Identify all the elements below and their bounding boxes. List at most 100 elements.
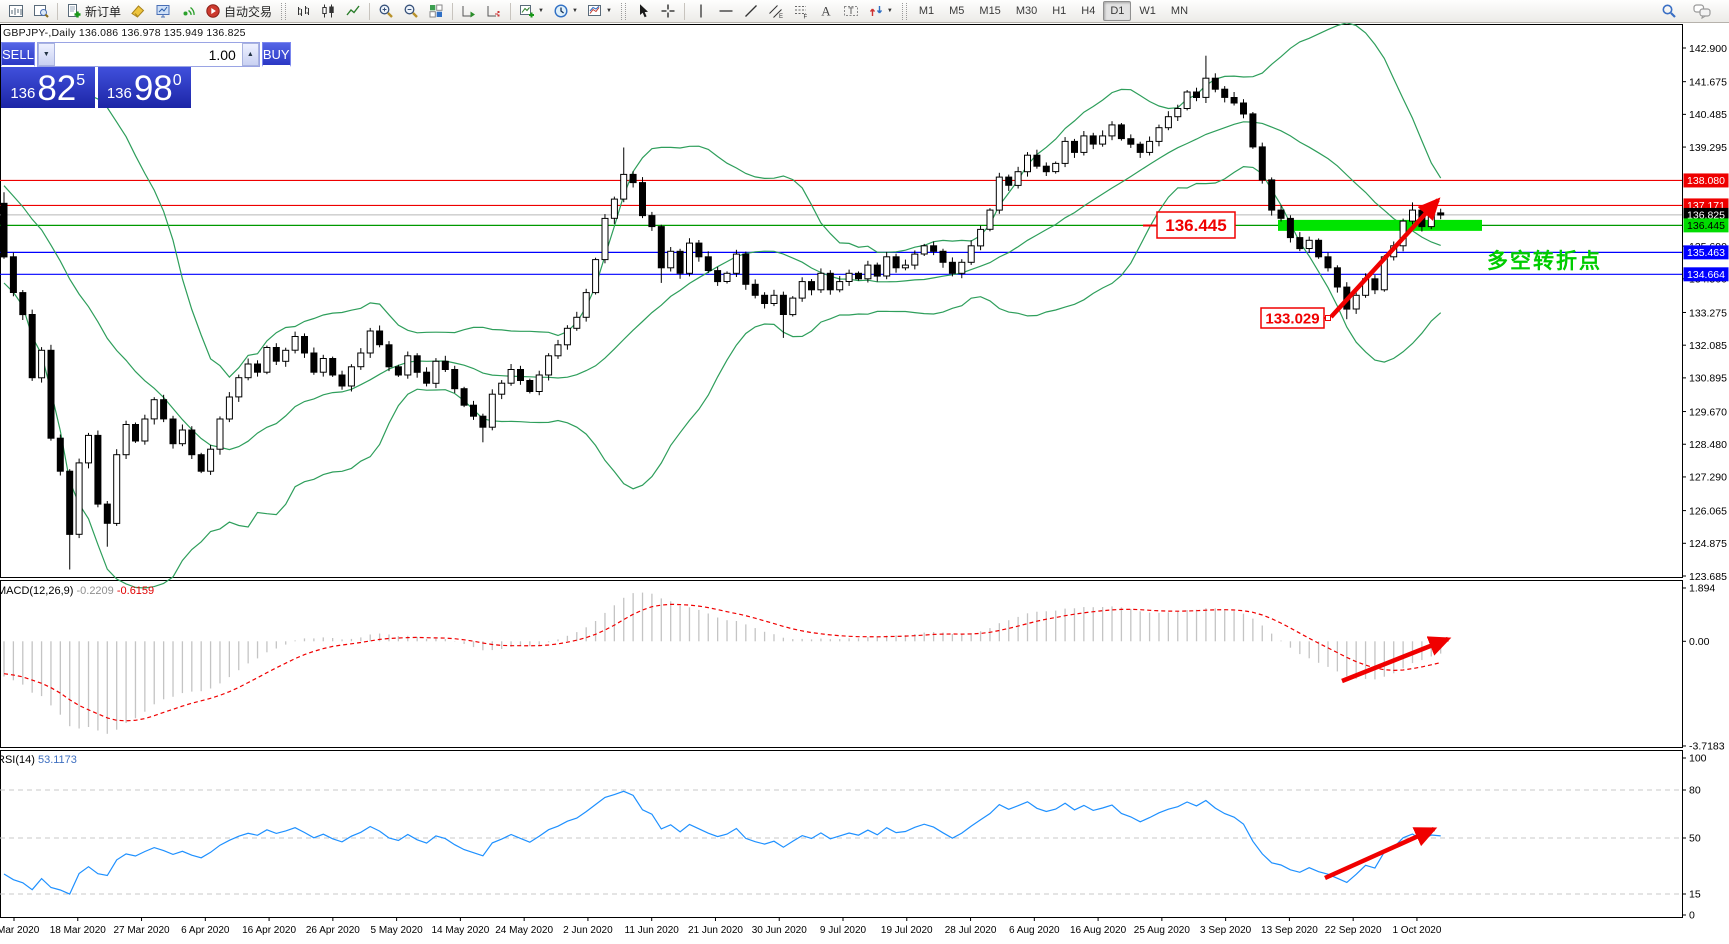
candle-body bbox=[602, 218, 608, 259]
toolbar: 新订单 自动交易 ▼ ▼ ▼ bbox=[0, 0, 1729, 23]
support-zone-bar[interactable] bbox=[1278, 220, 1482, 231]
candle-body bbox=[348, 367, 354, 386]
candle-body bbox=[1090, 136, 1096, 144]
candle-body bbox=[320, 359, 326, 373]
toolbar-grip bbox=[902, 3, 907, 20]
auto-scroll-button[interactable] bbox=[457, 1, 481, 21]
buy-price-pip: 0 bbox=[173, 73, 182, 89]
chart-canvas[interactable]: 142.900141.675140.485139.295135.690134.5… bbox=[0, 0, 1729, 944]
y-axis-tick-label: 129.670 bbox=[1689, 406, 1727, 418]
arrows-button[interactable]: ▼ bbox=[864, 1, 897, 21]
candle-body bbox=[1053, 163, 1059, 171]
zoom-out-button[interactable] bbox=[399, 1, 423, 21]
macd-trend-arrow[interactable] bbox=[1342, 639, 1448, 681]
x-axis-label: 26 Apr 2020 bbox=[306, 925, 360, 936]
tf-button-M15[interactable]: M15 bbox=[972, 1, 1007, 21]
candle-body bbox=[339, 375, 345, 386]
market-watch-button[interactable] bbox=[151, 1, 175, 21]
equidistant-channel-button[interactable]: E bbox=[764, 1, 788, 21]
signals-button[interactable] bbox=[176, 1, 200, 21]
volume-down-button[interactable]: ▼ bbox=[38, 43, 55, 66]
zoom-in-button[interactable] bbox=[374, 1, 398, 21]
candle-body bbox=[499, 383, 505, 394]
tf-button-H1[interactable]: H1 bbox=[1045, 1, 1073, 21]
tf-button-M30[interactable]: M30 bbox=[1009, 1, 1044, 21]
candle-body bbox=[386, 345, 392, 367]
tf-button-H4[interactable]: H4 bbox=[1074, 1, 1102, 21]
x-axis-label: 1 Oct 2020 bbox=[1392, 925, 1441, 936]
candle-body bbox=[931, 246, 937, 252]
sell-price-bigfigure: 136 bbox=[10, 86, 35, 101]
candle-body bbox=[611, 199, 617, 218]
tf-button-D1[interactable]: D1 bbox=[1103, 1, 1131, 21]
sell-price-box[interactable]: 136 82 5 bbox=[1, 67, 95, 108]
trade-panel-price-row: 136 82 5 136 98 0 bbox=[1, 67, 191, 108]
buy-button[interactable]: BUY bbox=[262, 42, 291, 67]
candle-body bbox=[1015, 172, 1021, 186]
autotrading-button[interactable]: 自动交易 bbox=[201, 1, 276, 21]
candle-body bbox=[1410, 210, 1416, 221]
chat-button[interactable] bbox=[1689, 1, 1715, 21]
toolbar-grip bbox=[281, 3, 286, 20]
svg-text:A: A bbox=[821, 4, 831, 19]
new-order-button[interactable]: 新订单 bbox=[62, 1, 125, 21]
volume-input[interactable] bbox=[55, 43, 242, 66]
text-label-button[interactable]: T bbox=[839, 1, 863, 21]
svg-text:E: E bbox=[779, 14, 783, 19]
candle-body bbox=[1325, 257, 1331, 268]
cursor-icon bbox=[635, 3, 651, 19]
annotation-handle bbox=[1326, 316, 1331, 321]
text-button[interactable]: A bbox=[814, 1, 838, 21]
periods-button[interactable]: ▼ bbox=[549, 1, 582, 21]
trendline-button[interactable] bbox=[739, 1, 763, 21]
profiles-button[interactable] bbox=[29, 1, 53, 21]
new-chart-button[interactable] bbox=[4, 1, 28, 21]
horizontal-line-button[interactable] bbox=[714, 1, 738, 21]
tf-button-M5[interactable]: M5 bbox=[942, 1, 971, 21]
vertical-line-button[interactable] bbox=[689, 1, 713, 21]
chart-shift-button[interactable] bbox=[482, 1, 506, 21]
rsi-axis-label: 0 bbox=[1689, 910, 1695, 922]
buy-price-box[interactable]: 136 98 0 bbox=[98, 67, 192, 108]
candle-body bbox=[20, 293, 26, 315]
templates-button[interactable]: ▼ bbox=[583, 1, 616, 21]
cursor-button[interactable] bbox=[631, 1, 655, 21]
toolbar-separator bbox=[369, 3, 370, 20]
candle-body bbox=[1222, 89, 1228, 97]
bar-chart-button[interactable] bbox=[291, 1, 315, 21]
tile-windows-button[interactable] bbox=[424, 1, 448, 21]
candle-body bbox=[1137, 144, 1143, 152]
sell-button[interactable]: SELL bbox=[1, 42, 35, 67]
fibonacci-button[interactable]: F bbox=[789, 1, 813, 21]
line-chart-button[interactable] bbox=[341, 1, 365, 21]
search-button[interactable] bbox=[1657, 1, 1681, 21]
indicators-button[interactable]: ▼ bbox=[515, 1, 548, 21]
candle-body bbox=[583, 293, 589, 318]
candlestick-chart-button[interactable] bbox=[316, 1, 340, 21]
turning-point-text[interactable]: 多空转折点 bbox=[1487, 249, 1602, 273]
candle-body bbox=[1109, 125, 1115, 136]
volume-up-button[interactable]: ▲ bbox=[242, 43, 259, 66]
indicators-icon bbox=[519, 3, 535, 19]
tf-button-M1[interactable]: M1 bbox=[912, 1, 941, 21]
main-trend-arrow[interactable] bbox=[1331, 200, 1438, 317]
auto-scroll-icon bbox=[461, 3, 477, 19]
rsi-trend-arrow[interactable] bbox=[1325, 829, 1434, 878]
x-axis-label: 9 Mar 2020 bbox=[0, 925, 40, 936]
candle-body bbox=[414, 356, 420, 373]
candle-body bbox=[480, 416, 486, 427]
candle-body bbox=[95, 435, 101, 504]
tf-button-MN[interactable]: MN bbox=[1164, 1, 1195, 21]
candle-body bbox=[668, 251, 674, 267]
tf-button-W1[interactable]: W1 bbox=[1132, 1, 1163, 21]
macd-axis-label: -3.7183 bbox=[1689, 740, 1725, 752]
x-axis-label: 30 Jun 2020 bbox=[752, 925, 807, 936]
bollinger-middle-band bbox=[4, 122, 1441, 450]
toolbar-separator bbox=[57, 3, 58, 20]
candle-body bbox=[1043, 166, 1049, 172]
expert-advisors-button[interactable] bbox=[126, 1, 150, 21]
crosshair-button[interactable] bbox=[656, 1, 680, 21]
candle-body bbox=[649, 216, 655, 227]
x-axis-label: 9 Jul 2020 bbox=[820, 925, 867, 936]
rsi-axis-label: 15 bbox=[1689, 889, 1701, 901]
